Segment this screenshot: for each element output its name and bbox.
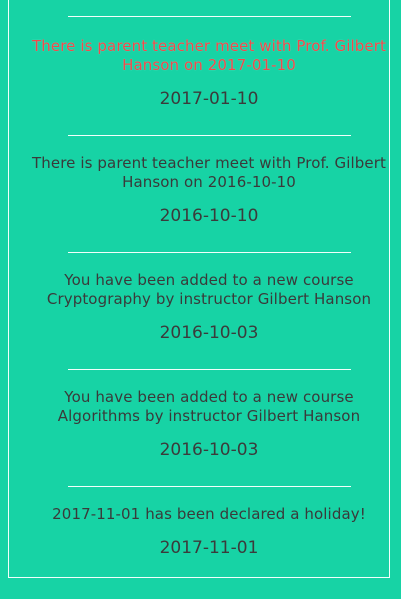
divider <box>68 369 351 370</box>
notification-item[interactable]: There is parent teacher meet with Prof. … <box>29 154 389 226</box>
top-divider <box>68 16 351 17</box>
notification-item[interactable]: 2017-11-01 has been declared a holiday! … <box>29 505 389 558</box>
notification-date: 2017-11-01 <box>159 538 259 558</box>
notification-message: You have been added to a new course Algo… <box>57 388 361 425</box>
notification-date: 2016-10-03 <box>159 440 259 460</box>
notification-message: 2017-11-01 has been declared a holiday! <box>52 505 366 523</box>
notification-message: You have been added to a new course Cryp… <box>46 271 372 308</box>
notifications-panel: There is parent teacher meet with Prof. … <box>8 0 390 578</box>
notification-message: There is parent teacher meet with Prof. … <box>32 154 386 191</box>
notification-item[interactable]: You have been added to a new course Algo… <box>29 388 389 460</box>
divider <box>68 252 351 253</box>
divider <box>68 135 351 136</box>
notification-date: 2016-10-03 <box>159 323 259 343</box>
notification-item[interactable]: You have been added to a new course Cryp… <box>29 271 389 343</box>
notification-item[interactable]: There is parent teacher meet with Prof. … <box>29 37 389 109</box>
divider <box>68 486 351 487</box>
notification-date: 2016-10-10 <box>159 206 259 226</box>
notification-message: There is parent teacher meet with Prof. … <box>32 37 386 74</box>
notification-date: 2017-01-10 <box>159 89 259 109</box>
